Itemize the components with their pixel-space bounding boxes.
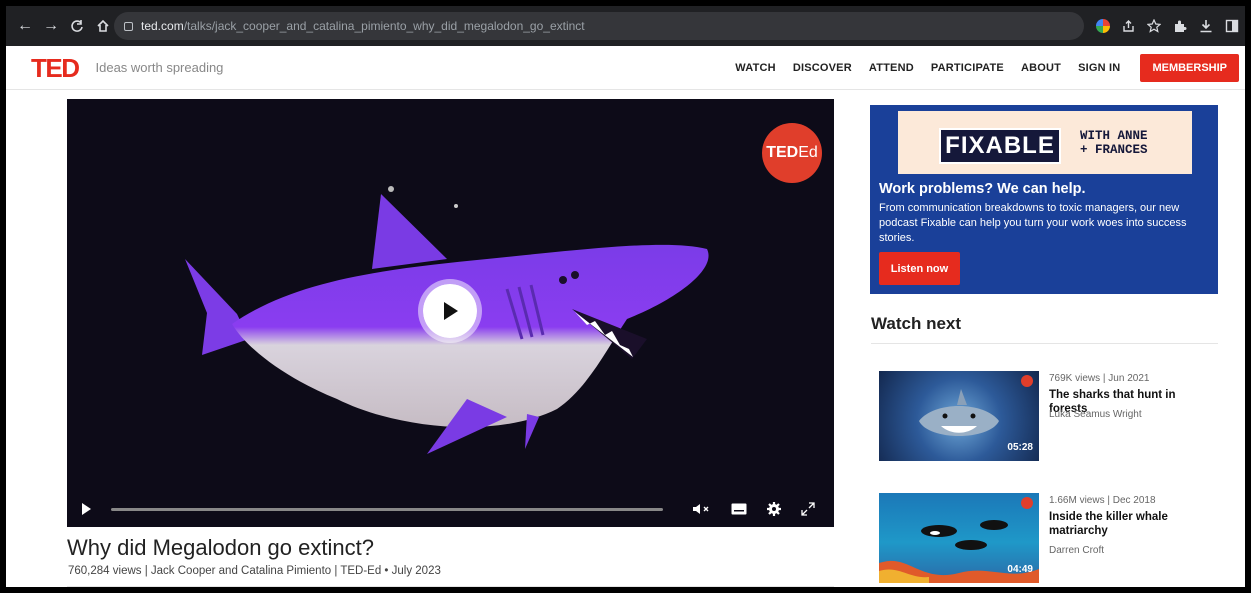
forward-icon[interactable]: → [40, 15, 62, 37]
video-meta: 1.66M views | Dec 2018 [1049, 495, 1156, 506]
video-speaker: Darren Croft [1049, 545, 1105, 556]
divider [871, 343, 1218, 344]
video-meta: 769K views | Jun 2021 [1049, 373, 1150, 384]
video-thumbnail[interactable]: 05:28 [879, 371, 1039, 461]
ted-ed-badge: TED Ed [762, 123, 822, 183]
ted-ed-mini-badge [1021, 497, 1033, 509]
ted-logo[interactable]: TED [28, 55, 82, 81]
nav-watch[interactable]: WATCH [735, 62, 776, 74]
settings-gear-icon[interactable] [767, 502, 781, 516]
captions-icon[interactable] [731, 503, 747, 515]
nav-participate[interactable]: PARTICIPATE [931, 62, 1004, 74]
talk-title: Why did Megalodon go extinct? [67, 535, 374, 560]
listen-now-button[interactable]: Listen now [879, 252, 960, 285]
browser-window: ← → ted.com/talks/jack_cooper_and_catali… [6, 6, 1245, 587]
watch-next-heading: Watch next [871, 314, 962, 333]
talk-meta: 760,284 views | Jack Cooper and Catalina… [68, 565, 441, 577]
ted-ed-mini-badge [1021, 375, 1033, 387]
ad-hosts: WITH ANNE + FRANCES [1080, 129, 1148, 157]
play-icon [444, 302, 458, 320]
nav-attend[interactable]: ATTEND [869, 62, 914, 74]
share-icon[interactable] [1122, 19, 1135, 33]
download-icon[interactable] [1199, 19, 1213, 33]
divider [67, 586, 834, 587]
list-item[interactable]: 04:49 1.66M views | Dec 2018 Inside the … [879, 493, 1214, 585]
fixable-logo: FIXABLE [939, 128, 1061, 164]
site-header: TED Ideas worth spreading WATCH DISCOVER… [6, 46, 1245, 90]
ad-banner: FIXABLE WITH ANNE + FRANCES [898, 111, 1192, 174]
nav-sign-in[interactable]: SIGN IN [1078, 62, 1120, 74]
video-thumbnail[interactable]: 04:49 [879, 493, 1039, 583]
video-duration: 05:28 [1007, 442, 1033, 453]
google-icon[interactable] [1096, 19, 1110, 33]
main-nav: WATCH DISCOVER ATTEND PARTICIPATE ABOUT … [718, 46, 1245, 90]
side-panel-icon[interactable] [1225, 19, 1239, 33]
lock-icon [124, 21, 133, 31]
membership-button[interactable]: MEMBERSHIP [1140, 54, 1239, 82]
home-icon[interactable] [92, 15, 114, 37]
play-small-icon[interactable] [81, 503, 91, 515]
tagline: Ideas worth spreading [95, 60, 224, 75]
ad-headline: Work problems? We can help. [879, 181, 1086, 197]
progress-bar[interactable] [111, 507, 663, 511]
video-speaker: Luka Seamus Wright [1049, 409, 1142, 420]
nav-discover[interactable]: DISCOVER [793, 62, 852, 74]
video-title[interactable]: Inside the killer whale matriarchy [1049, 510, 1214, 538]
mute-icon[interactable] [693, 503, 711, 515]
url-text: ted.com/talks/jack_cooper_and_catalina_p… [141, 19, 585, 33]
video-controls [67, 491, 834, 527]
browser-actions [1096, 6, 1239, 46]
podcast-ad[interactable]: FIXABLE WITH ANNE + FRANCES Work problem… [870, 105, 1218, 294]
video-player[interactable]: TED Ed [67, 99, 834, 527]
player-actions [693, 502, 815, 516]
reload-icon[interactable] [66, 15, 88, 37]
back-icon[interactable]: ← [14, 15, 36, 37]
address-bar[interactable]: ted.com/talks/jack_cooper_and_catalina_p… [114, 12, 1084, 40]
extensions-icon[interactable] [1173, 19, 1187, 33]
bookmark-star-icon[interactable] [1147, 19, 1161, 33]
fullscreen-icon[interactable] [801, 502, 815, 516]
browser-toolbar: ← → ted.com/talks/jack_cooper_and_catali… [6, 6, 1245, 46]
nav-about[interactable]: ABOUT [1021, 62, 1061, 74]
video-duration: 04:49 [1007, 564, 1033, 575]
play-button[interactable] [418, 279, 482, 343]
ad-body: From communication breakdowns to toxic m… [879, 202, 1187, 244]
list-item[interactable]: 05:28 769K views | Jun 2021 The sharks t… [879, 371, 1214, 463]
